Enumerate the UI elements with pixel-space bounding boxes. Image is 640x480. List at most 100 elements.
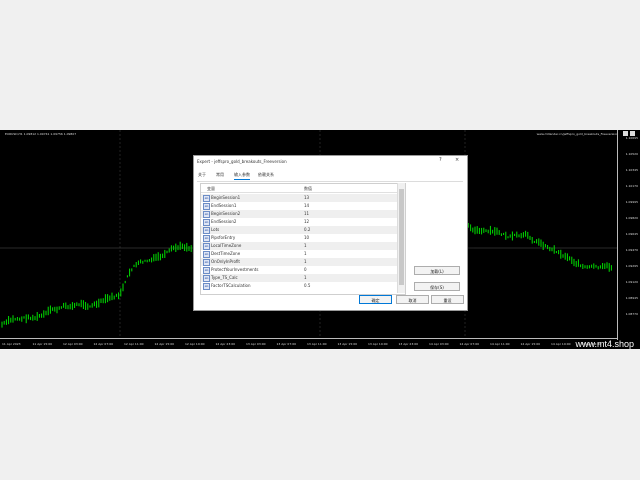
time-tick-label: 13 Apr 15:00 xyxy=(337,342,358,346)
params-header: 变量 数值 xyxy=(201,184,405,193)
param-name: FactorTSCalculation xyxy=(211,283,251,288)
column-name-header[interactable]: 变量 xyxy=(207,186,215,192)
tab-about[interactable]: 关于 xyxy=(198,172,206,178)
time-tick-label: 12 Apr 03:00 xyxy=(63,342,83,346)
price-tick-label: 1.09820 xyxy=(625,216,638,220)
param-type-icon: ab xyxy=(203,211,210,218)
time-tick-label: 13 Apr 03:00 xyxy=(246,342,266,346)
time-tick-label: 14 Apr 03:00 xyxy=(429,342,449,346)
param-row[interactable]: ab Lots 0.2 xyxy=(201,226,401,234)
price-tick-label: 1.10345 xyxy=(625,168,638,172)
param-value[interactable]: 0.5 xyxy=(304,283,310,288)
param-name: Type_TS_Calc xyxy=(211,275,238,280)
param-value[interactable]: 13 xyxy=(304,195,309,200)
price-tick-label: 1.10170 xyxy=(625,184,638,188)
params-scrollbar[interactable] xyxy=(397,183,405,293)
param-name: EndSession2 xyxy=(211,219,237,224)
watermark: www.mt4.shop xyxy=(575,339,634,349)
param-name: LocalTimeZone xyxy=(211,243,242,248)
param-type-icon: ab xyxy=(203,243,210,250)
param-value[interactable]: 1 xyxy=(304,251,307,256)
help-button[interactable]: ? xyxy=(439,157,442,163)
time-tick-label: 12 Apr 19:00 xyxy=(185,342,205,346)
time-axis: 11 Apr 2023 11 Apr 15:00 12 Apr 03:00 12 Ap… xyxy=(0,338,618,349)
param-value[interactable]: 1 xyxy=(304,275,307,280)
param-row[interactable]: ab FactorTSCalculation 0.5 xyxy=(201,282,401,290)
time-tick-label: 14 Apr 15:00 xyxy=(520,342,541,346)
time-tick-label: 13 Apr 11:00 xyxy=(307,342,327,346)
param-name: EndSession1 xyxy=(211,203,237,208)
param-name: ProtectYourInvestments xyxy=(211,267,259,272)
time-tick-label: 11 Apr 2023 xyxy=(2,342,21,346)
param-row[interactable]: ab PipsforEntry 10 xyxy=(201,234,401,242)
price-tick-label: 1.08945 xyxy=(625,296,638,300)
price-axis: 1.10695 1.10520 1.10345 1.10170 1.09995 1.098… xyxy=(617,130,640,340)
ok-button[interactable]: 确定 xyxy=(359,295,392,304)
param-name: PipsforEntry xyxy=(211,235,236,240)
cancel-button[interactable]: 取消 xyxy=(396,295,429,304)
price-tick-label: 1.09645 xyxy=(625,232,638,236)
time-tick-label: 11 Apr 15:00 xyxy=(32,342,53,346)
param-row[interactable]: ab BeginSession1 13 xyxy=(201,194,401,202)
param-row[interactable]: ab EndSession1 14 xyxy=(201,202,401,210)
params-table: 变量 数值 ab BeginSession1 13 ab EndSession1 14 ab… xyxy=(200,183,406,295)
chart-symbol-info: EURUSD,H1 1.09812 1.09741 1.09756 1.0980… xyxy=(5,132,77,136)
time-tick-label: 12 Apr 07:00 xyxy=(93,342,114,346)
expert-properties-dialog: Expert - jeffspro_gold_breakouts_Freever… xyxy=(193,155,468,311)
indicator-title: www.mtlander.cn/jeffspro_gold_breakouts_… xyxy=(536,132,618,136)
tab-common[interactable]: 常用 xyxy=(216,172,224,178)
price-tick-label: 1.08770 xyxy=(625,312,638,316)
param-value[interactable]: 1 xyxy=(304,259,307,264)
price-tick-label: 1.09995 xyxy=(625,200,638,204)
save-button[interactable]: 保存(S) xyxy=(414,282,460,291)
param-value[interactable]: 0.2 xyxy=(304,227,310,232)
param-type-icon: ab xyxy=(203,259,210,266)
param-name: BeginSession1 xyxy=(211,195,241,200)
param-row[interactable]: ab Type_TS_Calc 1 xyxy=(201,274,401,282)
param-type-icon: ab xyxy=(203,275,210,282)
param-type-icon: ab xyxy=(203,219,210,226)
param-type-icon: ab xyxy=(203,283,210,290)
tab-dependencies[interactable]: 依赖关系 xyxy=(258,172,274,178)
param-value[interactable]: 12 xyxy=(304,219,309,224)
reset-button[interactable]: 重设 xyxy=(431,295,464,304)
time-tick-label: 13 Apr 23:00 xyxy=(398,342,419,346)
param-value[interactable]: 10 xyxy=(304,235,309,240)
param-row[interactable]: ab OnOnlyInProfit 1 xyxy=(201,258,401,266)
param-value[interactable]: 0 xyxy=(304,267,307,272)
scrollbar-thumb[interactable] xyxy=(399,189,404,285)
time-tick-label: 12 Apr 23:00 xyxy=(215,342,236,346)
param-type-icon: ab xyxy=(203,203,210,210)
time-tick-label: 13 Apr 07:00 xyxy=(276,342,297,346)
param-value[interactable]: 11 xyxy=(304,211,309,216)
param-name: BeginSession2 xyxy=(211,211,241,216)
load-button[interactable]: 加载(L) xyxy=(414,266,460,275)
time-tick-label: 12 Apr 15:00 xyxy=(154,342,175,346)
price-tick-label: 1.09295 xyxy=(625,264,638,268)
dialog-title: Expert - jeffspro_gold_breakouts_Freever… xyxy=(197,159,287,164)
param-name: OnOnlyInProfit xyxy=(211,259,240,264)
tab-inputs[interactable]: 输入参数 xyxy=(234,172,250,180)
param-row[interactable]: ab BeginSession2 11 xyxy=(201,210,401,218)
param-value[interactable]: 1 xyxy=(304,243,307,248)
time-tick-label: 14 Apr 19:00 xyxy=(551,342,571,346)
param-type-icon: ab xyxy=(203,267,210,274)
param-row[interactable]: ab EndSession2 12 xyxy=(201,218,401,226)
param-type-icon: ab xyxy=(203,235,210,242)
param-name: DestTimeZone xyxy=(211,251,241,256)
param-value[interactable]: 14 xyxy=(304,203,309,208)
price-tick-label: 1.10520 xyxy=(625,152,638,156)
tab-divider xyxy=(197,181,463,182)
price-tick-label: 1.10695 xyxy=(625,136,638,140)
time-tick-label: 12 Apr 11:00 xyxy=(124,342,144,346)
param-row[interactable]: ab ProtectYourInvestments 0 xyxy=(201,266,401,274)
price-tick-label: 1.09120 xyxy=(625,280,638,284)
param-name: Lots xyxy=(211,227,220,232)
close-button[interactable]: × xyxy=(455,157,459,163)
param-row[interactable]: ab LocalTimeZone 1 xyxy=(201,242,401,250)
time-tick-label: 13 Apr 19:00 xyxy=(368,342,388,346)
param-row[interactable]: ab DestTimeZone 1 xyxy=(201,250,401,258)
param-type-icon: ab xyxy=(203,227,210,234)
column-value-header[interactable]: 数值 xyxy=(304,186,312,192)
time-tick-label: 14 Apr 11:00 xyxy=(490,342,510,346)
